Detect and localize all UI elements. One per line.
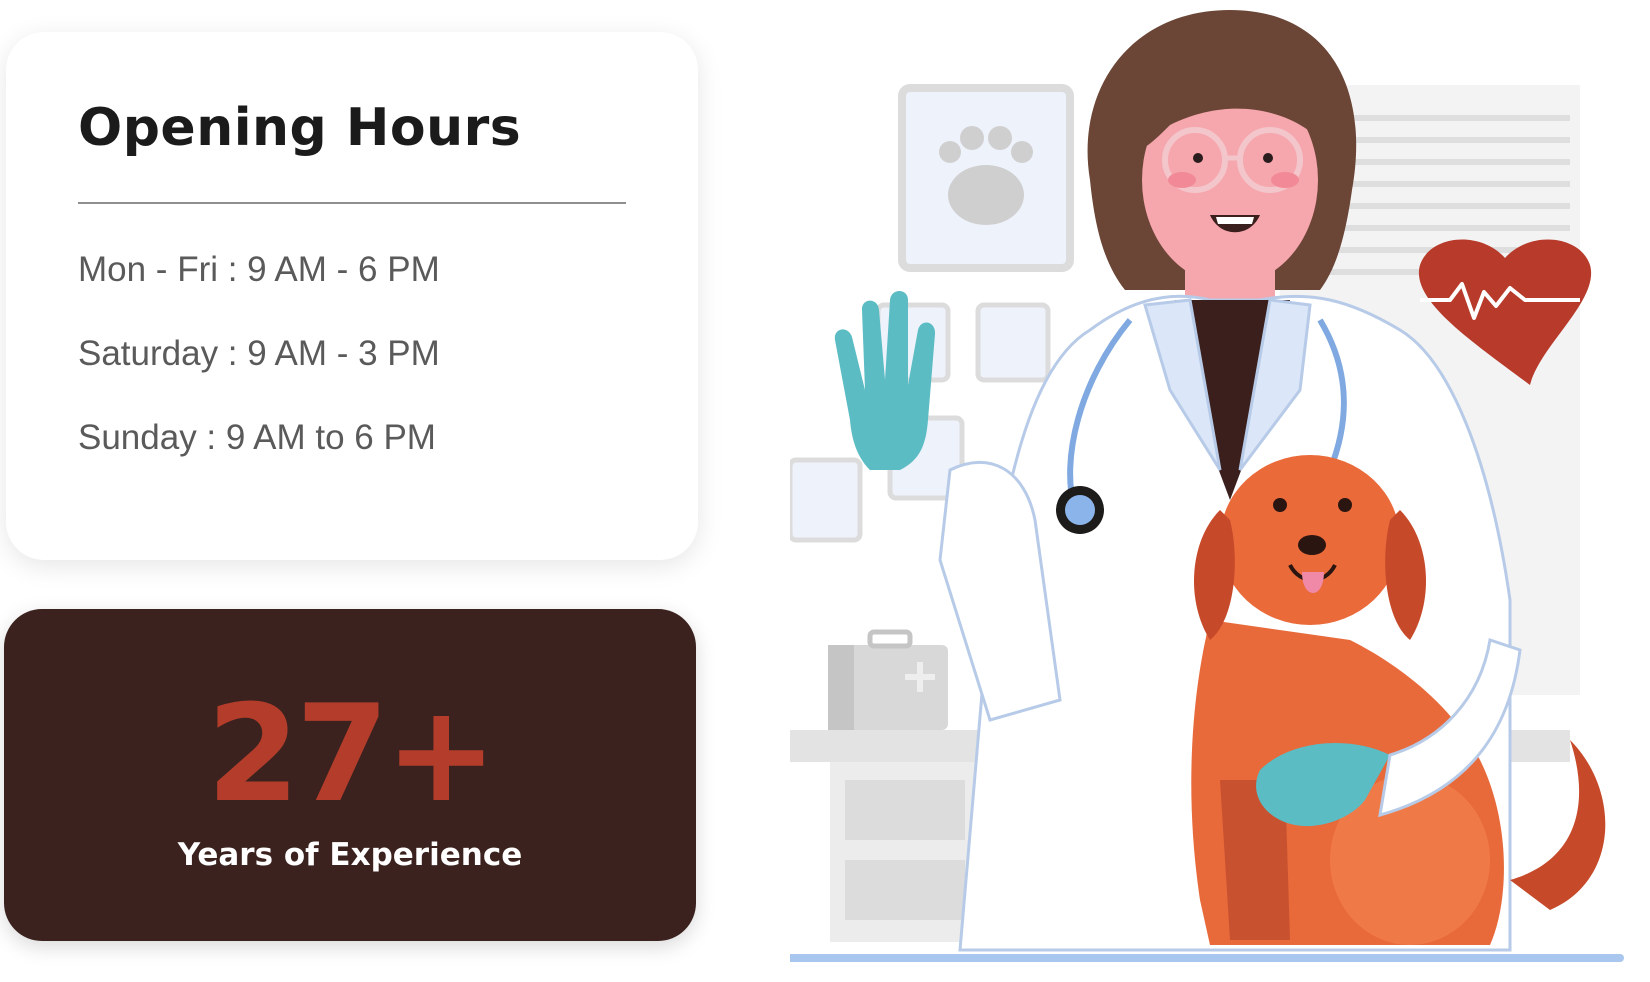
- veterinarian-illustration: [756, 0, 1650, 977]
- hours-row-saturday: Saturday : 9 AM - 3 PM: [78, 334, 440, 373]
- paw-print-icon: [898, 84, 1074, 272]
- opening-hours-card: Opening Hours Mon - Fri : 9 AM - 6 PM Sa…: [6, 32, 698, 560]
- opening-hours-title: Opening Hours: [78, 98, 522, 158]
- hours-row-sunday: Sunday : 9 AM to 6 PM: [78, 418, 436, 457]
- medical-kit-icon: [828, 629, 948, 730]
- experience-number: 27+: [206, 676, 498, 832]
- hours-row-weekdays: Mon - Fri : 9 AM - 6 PM: [78, 250, 440, 289]
- experience-label: Years of Experience: [177, 837, 523, 873]
- experience-card: 27+ Years of Experience: [4, 609, 696, 941]
- divider: [78, 202, 626, 204]
